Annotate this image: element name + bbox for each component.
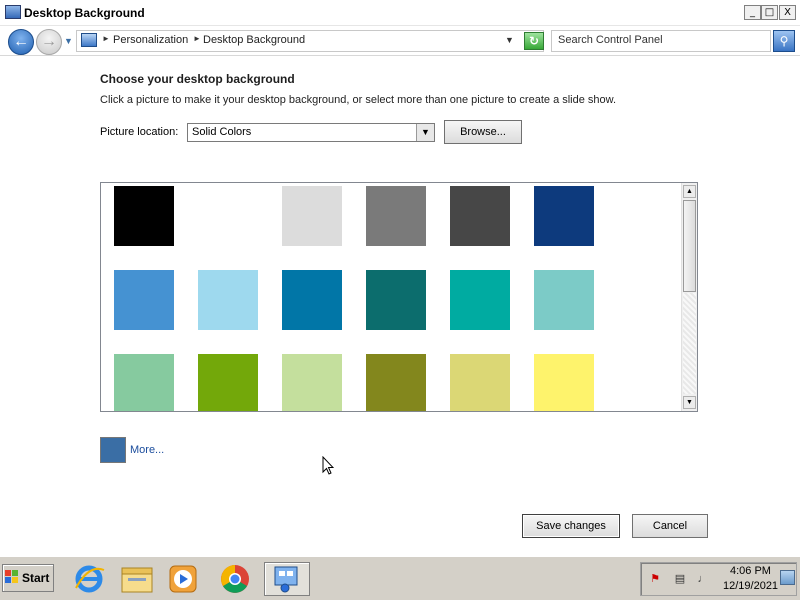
color-swatch[interactable]	[198, 354, 258, 411]
show-desktop-button[interactable]	[780, 570, 795, 585]
picture-location-label: Picture location:	[100, 126, 179, 138]
forward-button[interactable]: →	[36, 29, 62, 55]
color-swatch[interactable]	[534, 270, 594, 330]
title-bar: Desktop Background _ □ X	[0, 0, 800, 26]
refresh-button[interactable]: ↻	[524, 32, 544, 50]
color-swatch[interactable]	[114, 270, 174, 330]
browse-button[interactable]: Browse...	[444, 120, 522, 144]
scrollbar-thumb[interactable]	[683, 200, 696, 292]
google-chrome-icon[interactable]	[216, 562, 254, 596]
color-swatch[interactable]	[450, 270, 510, 330]
color-swatch[interactable]	[450, 354, 510, 411]
internet-explorer-icon[interactable]	[70, 562, 108, 596]
search-icon[interactable]: ⚲	[773, 30, 795, 52]
color-swatch[interactable]	[366, 186, 426, 246]
picture-location-select[interactable]: Solid Colors	[187, 123, 435, 142]
close-button[interactable]: X	[779, 5, 796, 20]
color-swatch[interactable]	[198, 186, 258, 246]
color-swatch[interactable]	[114, 354, 174, 411]
color-swatch[interactable]	[198, 270, 258, 330]
page-description: Click a picture to make it your desktop …	[100, 94, 617, 106]
minimize-button[interactable]: _	[744, 5, 761, 20]
clock-date[interactable]: 12/19/2021	[723, 580, 778, 592]
more-colors-link[interactable]: More...	[130, 444, 164, 456]
scroll-up-arrow-icon[interactable]: ▲	[683, 185, 696, 198]
action-center-flag-icon[interactable]: ⚑	[648, 572, 662, 586]
breadcrumb-desktop-background[interactable]: Desktop Background	[203, 34, 305, 46]
color-swatch-list	[100, 182, 698, 412]
color-swatch[interactable]	[282, 186, 342, 246]
windows-media-player-icon[interactable]	[164, 562, 202, 596]
page-title: Choose your desktop background	[100, 72, 295, 86]
window-title: Desktop Background	[24, 6, 145, 20]
breadcrumb-chevron-icon[interactable]: ►	[102, 34, 110, 43]
color-swatch[interactable]	[366, 354, 426, 411]
color-swatch[interactable]	[114, 186, 174, 246]
color-swatch[interactable]	[282, 270, 342, 330]
breadcrumb[interactable]: ► Personalization ► Desktop Background ▼	[76, 30, 544, 52]
back-button[interactable]: ←	[8, 29, 34, 55]
recent-pages-dropdown-icon[interactable]: ▼	[64, 36, 73, 46]
more-colors-swatch[interactable]	[100, 437, 126, 463]
maximize-button[interactable]: □	[761, 5, 778, 20]
color-swatch[interactable]	[366, 270, 426, 330]
color-swatch[interactable]	[450, 186, 510, 246]
mouse-cursor-icon	[322, 456, 334, 475]
windows-explorer-icon[interactable]	[118, 562, 156, 596]
address-dropdown-icon[interactable]: ▼	[505, 35, 514, 45]
clock-time[interactable]: 4:06 PM	[730, 565, 771, 577]
chevron-down-icon[interactable]: ▼	[416, 124, 434, 141]
cancel-button[interactable]: Cancel	[632, 514, 708, 538]
save-changes-button[interactable]: Save changes	[522, 514, 620, 538]
windows-logo-icon	[5, 570, 18, 583]
breadcrumb-chevron-icon[interactable]: ►	[193, 34, 201, 43]
volume-icon[interactable]: ♩	[696, 572, 710, 586]
color-swatch[interactable]	[282, 354, 342, 411]
search-input[interactable]: Search Control Panel	[551, 30, 771, 52]
control-panel-icon	[81, 33, 97, 47]
control-panel-icon	[274, 566, 298, 593]
control-panel-taskbar-button[interactable]	[264, 562, 310, 596]
color-swatch[interactable]	[534, 186, 594, 246]
breadcrumb-personalization[interactable]: Personalization	[113, 34, 188, 46]
color-swatch[interactable]	[534, 354, 594, 411]
scrollbar-track[interactable]	[683, 293, 696, 394]
desktop-background-app-icon	[5, 5, 21, 19]
scroll-down-arrow-icon[interactable]: ▼	[683, 396, 696, 409]
network-icon[interactable]: ▤	[673, 572, 687, 586]
